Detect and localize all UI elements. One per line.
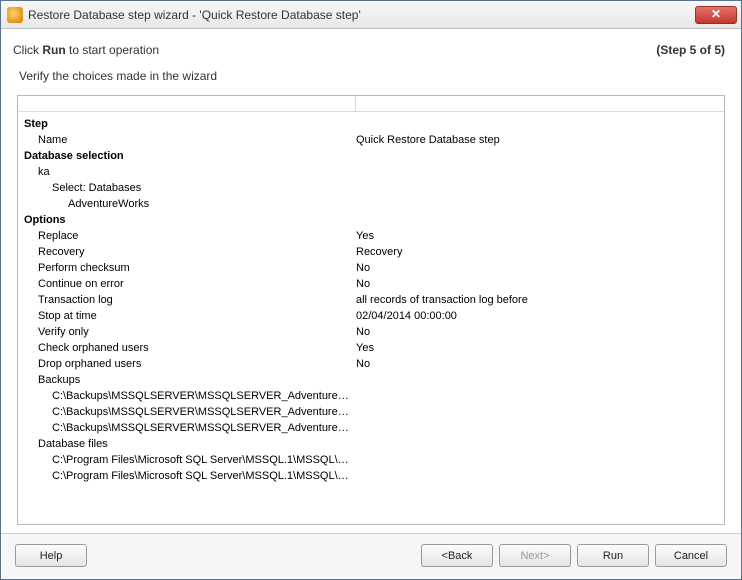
backup-path: C:\Backups\MSSQLSERVER\MSSQLSERVER_Adven…	[24, 388, 356, 404]
window-title: Restore Database step wizard - 'Quick Re…	[28, 8, 695, 22]
app-icon	[7, 7, 23, 23]
opt-tlog-label: Transaction log	[24, 292, 356, 308]
opt-backups-label: Backups	[24, 372, 356, 388]
close-icon: ✕	[711, 7, 721, 21]
next-button: Next>	[499, 544, 571, 567]
dbfile-path: C:\Program Files\Microsoft SQL Server\MS…	[24, 452, 356, 468]
opt-droporph-label: Drop orphaned users	[24, 356, 356, 372]
help-button[interactable]: Help	[15, 544, 87, 567]
wizard-header: Click Run to start operation (Step 5 of …	[1, 29, 741, 69]
opt-verify-label: Verify only	[24, 324, 356, 340]
wizard-footer: Help <Back Next> Run Cancel	[1, 533, 741, 579]
step-indicator: (Step 5 of 5)	[656, 43, 725, 57]
db-database: AdventureWorks	[24, 196, 356, 212]
page-subtitle: Verify the choices made in the wizard	[1, 69, 741, 91]
opt-recovery-label: Recovery	[24, 244, 356, 260]
instruction-bold: Run	[42, 43, 65, 57]
db-server: ka	[24, 164, 356, 180]
opt-checkorph-value: Yes	[356, 340, 718, 356]
titlebar: Restore Database step wizard - 'Quick Re…	[1, 1, 741, 29]
wizard-window: Restore Database step wizard - 'Quick Re…	[0, 0, 742, 580]
opt-replace-label: Replace	[24, 228, 356, 244]
opt-dbfiles-label: Database files	[24, 436, 356, 452]
opt-recovery-value: Recovery	[356, 244, 718, 260]
db-select-label: Select: Databases	[24, 180, 356, 196]
opt-checksum-label: Perform checksum	[24, 260, 356, 276]
backup-path: C:\Backups\MSSQLSERVER\MSSQLSERVER_Adven…	[24, 420, 356, 436]
back-button[interactable]: <Back	[421, 544, 493, 567]
opt-continue-label: Continue on error	[24, 276, 356, 292]
summary-panel: Step NameQuick Restore Database step Dat…	[17, 95, 725, 525]
opt-replace-value: Yes	[356, 228, 718, 244]
backup-path: C:\Backups\MSSQLSERVER\MSSQLSERVER_Adven…	[24, 404, 356, 420]
opt-tlog-value: all records of transaction log before	[356, 292, 718, 308]
summary-column-header	[18, 96, 724, 112]
opt-stopat-value: 02/04/2014 00:00:00	[356, 308, 718, 324]
cancel-button[interactable]: Cancel	[655, 544, 727, 567]
instruction-suffix: to start operation	[66, 43, 159, 57]
close-button[interactable]: ✕	[695, 6, 737, 24]
opt-stopat-label: Stop at time	[24, 308, 356, 324]
opt-verify-value: No	[356, 324, 718, 340]
section-db-selection: Database selection	[24, 148, 356, 164]
opt-checkorph-label: Check orphaned users	[24, 340, 356, 356]
summary-grid: Step NameQuick Restore Database step Dat…	[18, 112, 724, 490]
instruction-text: Click Run to start operation	[13, 43, 656, 57]
instruction-prefix: Click	[13, 43, 42, 57]
step-name-label: Name	[24, 132, 356, 148]
dbfile-path: C:\Program Files\Microsoft SQL Server\MS…	[24, 468, 356, 484]
opt-continue-value: No	[356, 276, 718, 292]
run-button[interactable]: Run	[577, 544, 649, 567]
step-name-value: Quick Restore Database step	[356, 132, 718, 148]
section-step: Step	[24, 116, 356, 132]
section-options: Options	[24, 212, 356, 228]
opt-droporph-value: No	[356, 356, 718, 372]
opt-checksum-value: No	[356, 260, 718, 276]
